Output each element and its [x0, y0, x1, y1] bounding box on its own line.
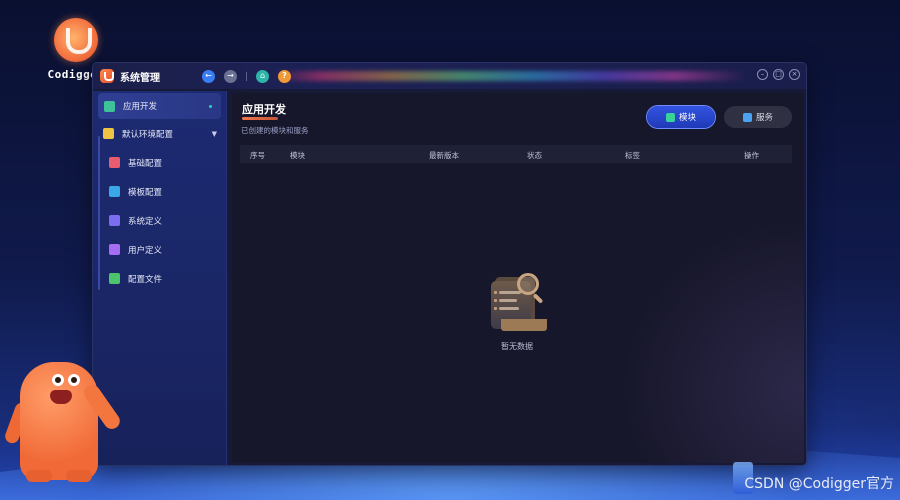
- tab-module-label: 模块: [678, 113, 696, 123]
- sidebar-item-label: 用户定义: [128, 245, 163, 256]
- user-def-icon: [109, 244, 120, 255]
- sidebar-item-user-def[interactable]: 用户定义: [93, 235, 226, 264]
- active-indicator: [209, 104, 212, 108]
- main-panel: 应用开发 已创建的模块和服务 模块 服务 序号 模块 最新版本 状态 标签 操作: [232, 93, 804, 463]
- sidebar-item-app-dev[interactable]: 应用开发: [98, 93, 221, 119]
- column-header-tags[interactable]: 标签: [625, 150, 640, 161]
- codigger-logo-icon: [54, 18, 98, 62]
- system-def-icon: [109, 215, 120, 226]
- page-title: 应用开发: [242, 103, 286, 116]
- empty-state-text: 暂无数据: [501, 342, 533, 351]
- watermark: CSDN @Codigger官方: [744, 476, 894, 492]
- back-arrow-icon[interactable]: ←: [202, 69, 215, 83]
- forward-arrow-icon[interactable]: →: [224, 69, 237, 83]
- tab-module[interactable]: 模块: [647, 106, 715, 128]
- sidebar-item-label: 应用开发: [123, 102, 158, 112]
- column-header-actions[interactable]: 操作: [744, 150, 759, 161]
- window-title: 系统管理: [120, 72, 160, 84]
- close-icon[interactable]: ×: [789, 69, 800, 80]
- sidebar-item-label: 系统定义: [128, 216, 163, 227]
- config-file-icon: [109, 273, 120, 284]
- help-icon[interactable]: ?: [278, 69, 291, 83]
- stack-icon: [665, 112, 675, 122]
- sidebar-item-label: 默认环境配置: [122, 129, 174, 140]
- app-dev-icon: [104, 100, 115, 112]
- toolbar-divider: [246, 71, 247, 81]
- tab-service-label: 服务: [755, 113, 773, 123]
- minimize-icon[interactable]: –: [757, 69, 768, 80]
- sidebar-item-label: 配置文件: [128, 274, 163, 285]
- empty-document-icon: [487, 273, 547, 333]
- title-bar-glow: [273, 71, 746, 81]
- chevron-down-icon[interactable]: ▼: [212, 130, 217, 138]
- column-header-index[interactable]: 序号: [250, 150, 265, 161]
- app-window: 系统管理 ← → ⌂ ? – □ × 应用开发 默认环境配置 ▼ 基础配置 模板…: [93, 63, 806, 465]
- column-header-module[interactable]: 模块: [290, 150, 305, 161]
- sidebar-item-label: 基础配置: [128, 158, 163, 169]
- basic-config-icon: [109, 157, 120, 168]
- page-subtitle: 已创建的模块和服务: [241, 126, 309, 135]
- tab-service[interactable]: 服务: [724, 106, 792, 128]
- empty-state: 暂无数据: [482, 273, 552, 352]
- service-icon: [742, 112, 752, 122]
- home-icon[interactable]: ⌂: [256, 69, 269, 83]
- column-header-status[interactable]: 状态: [527, 150, 542, 161]
- sidebar-item-system-def[interactable]: 系统定义: [93, 206, 226, 235]
- maximize-icon[interactable]: □: [773, 69, 784, 80]
- title-bar[interactable]: 系统管理 ← → ⌂ ? – □ ×: [93, 63, 806, 89]
- sidebar-item-label: 模板配置: [128, 187, 163, 198]
- column-header-version[interactable]: 最新版本: [429, 150, 459, 161]
- env-config-icon: [103, 128, 114, 139]
- window-controls: – □ ×: [757, 69, 800, 80]
- table-header: 序号 模块 最新版本 状态 标签 操作: [240, 145, 792, 163]
- title-underline: [242, 117, 278, 120]
- mascot-character: [3, 358, 143, 490]
- template-config-icon: [109, 186, 120, 197]
- sidebar-item-basic-config[interactable]: 基础配置: [93, 148, 226, 177]
- sidebar-item-template-config[interactable]: 模板配置: [93, 177, 226, 206]
- sidebar-item-env-config[interactable]: 默认环境配置 ▼: [93, 119, 226, 148]
- sidebar-item-config-file[interactable]: 配置文件: [93, 264, 226, 293]
- app-icon: [100, 69, 114, 83]
